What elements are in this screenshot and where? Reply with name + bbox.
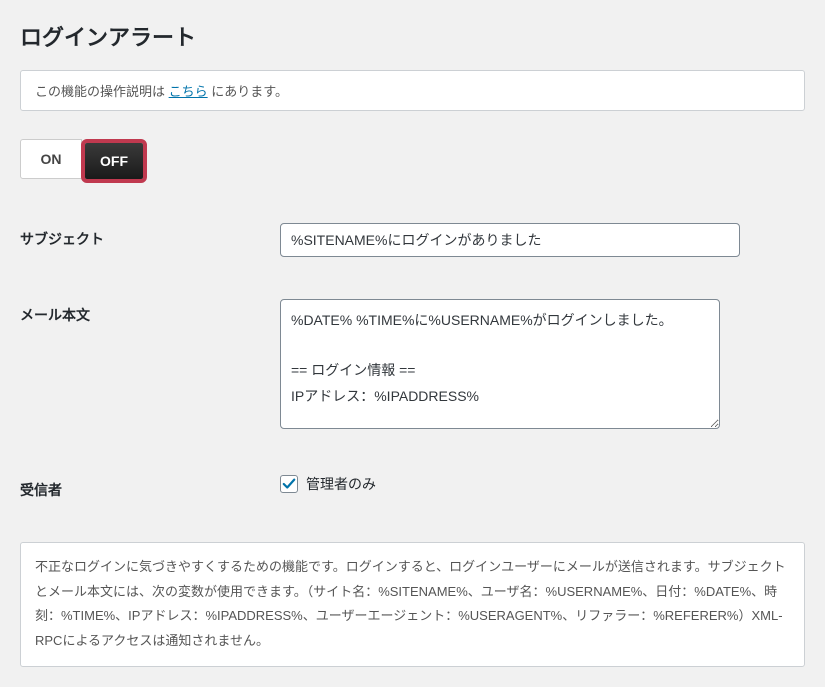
admin-only-label: 管理者のみ — [306, 474, 376, 494]
toggle-off-button[interactable]: OFF — [85, 143, 143, 179]
subject-label: サブジェクト — [20, 223, 280, 249]
body-textarea[interactable] — [280, 299, 720, 429]
subject-input[interactable] — [280, 223, 740, 257]
settings-form: サブジェクト メール本文 受信者 管理者のみ — [20, 223, 805, 500]
recipient-label: 受信者 — [20, 474, 280, 500]
info-suffix: にあります。 — [208, 84, 288, 99]
body-label: メール本文 — [20, 299, 280, 325]
check-icon — [282, 477, 296, 491]
recipient-row: 受信者 管理者のみ — [20, 474, 805, 500]
info-prefix: この機能の操作説明は — [35, 84, 169, 99]
admin-only-checkbox[interactable] — [280, 475, 298, 493]
toggle-group: ON OFF — [20, 139, 148, 183]
info-box: この機能の操作説明は こちら にあります。 — [20, 70, 805, 111]
toggle-on-button[interactable]: ON — [20, 139, 82, 179]
body-row: メール本文 — [20, 299, 805, 432]
subject-row: サブジェクト — [20, 223, 805, 257]
info-link[interactable]: こちら — [169, 84, 208, 99]
toggle-off-highlight: OFF — [81, 139, 147, 183]
description-box: 不正なログインに気づきやすくするための機能です。ログインすると、ログインユーザー… — [20, 542, 805, 667]
page-title: ログインアラート — [20, 20, 805, 52]
